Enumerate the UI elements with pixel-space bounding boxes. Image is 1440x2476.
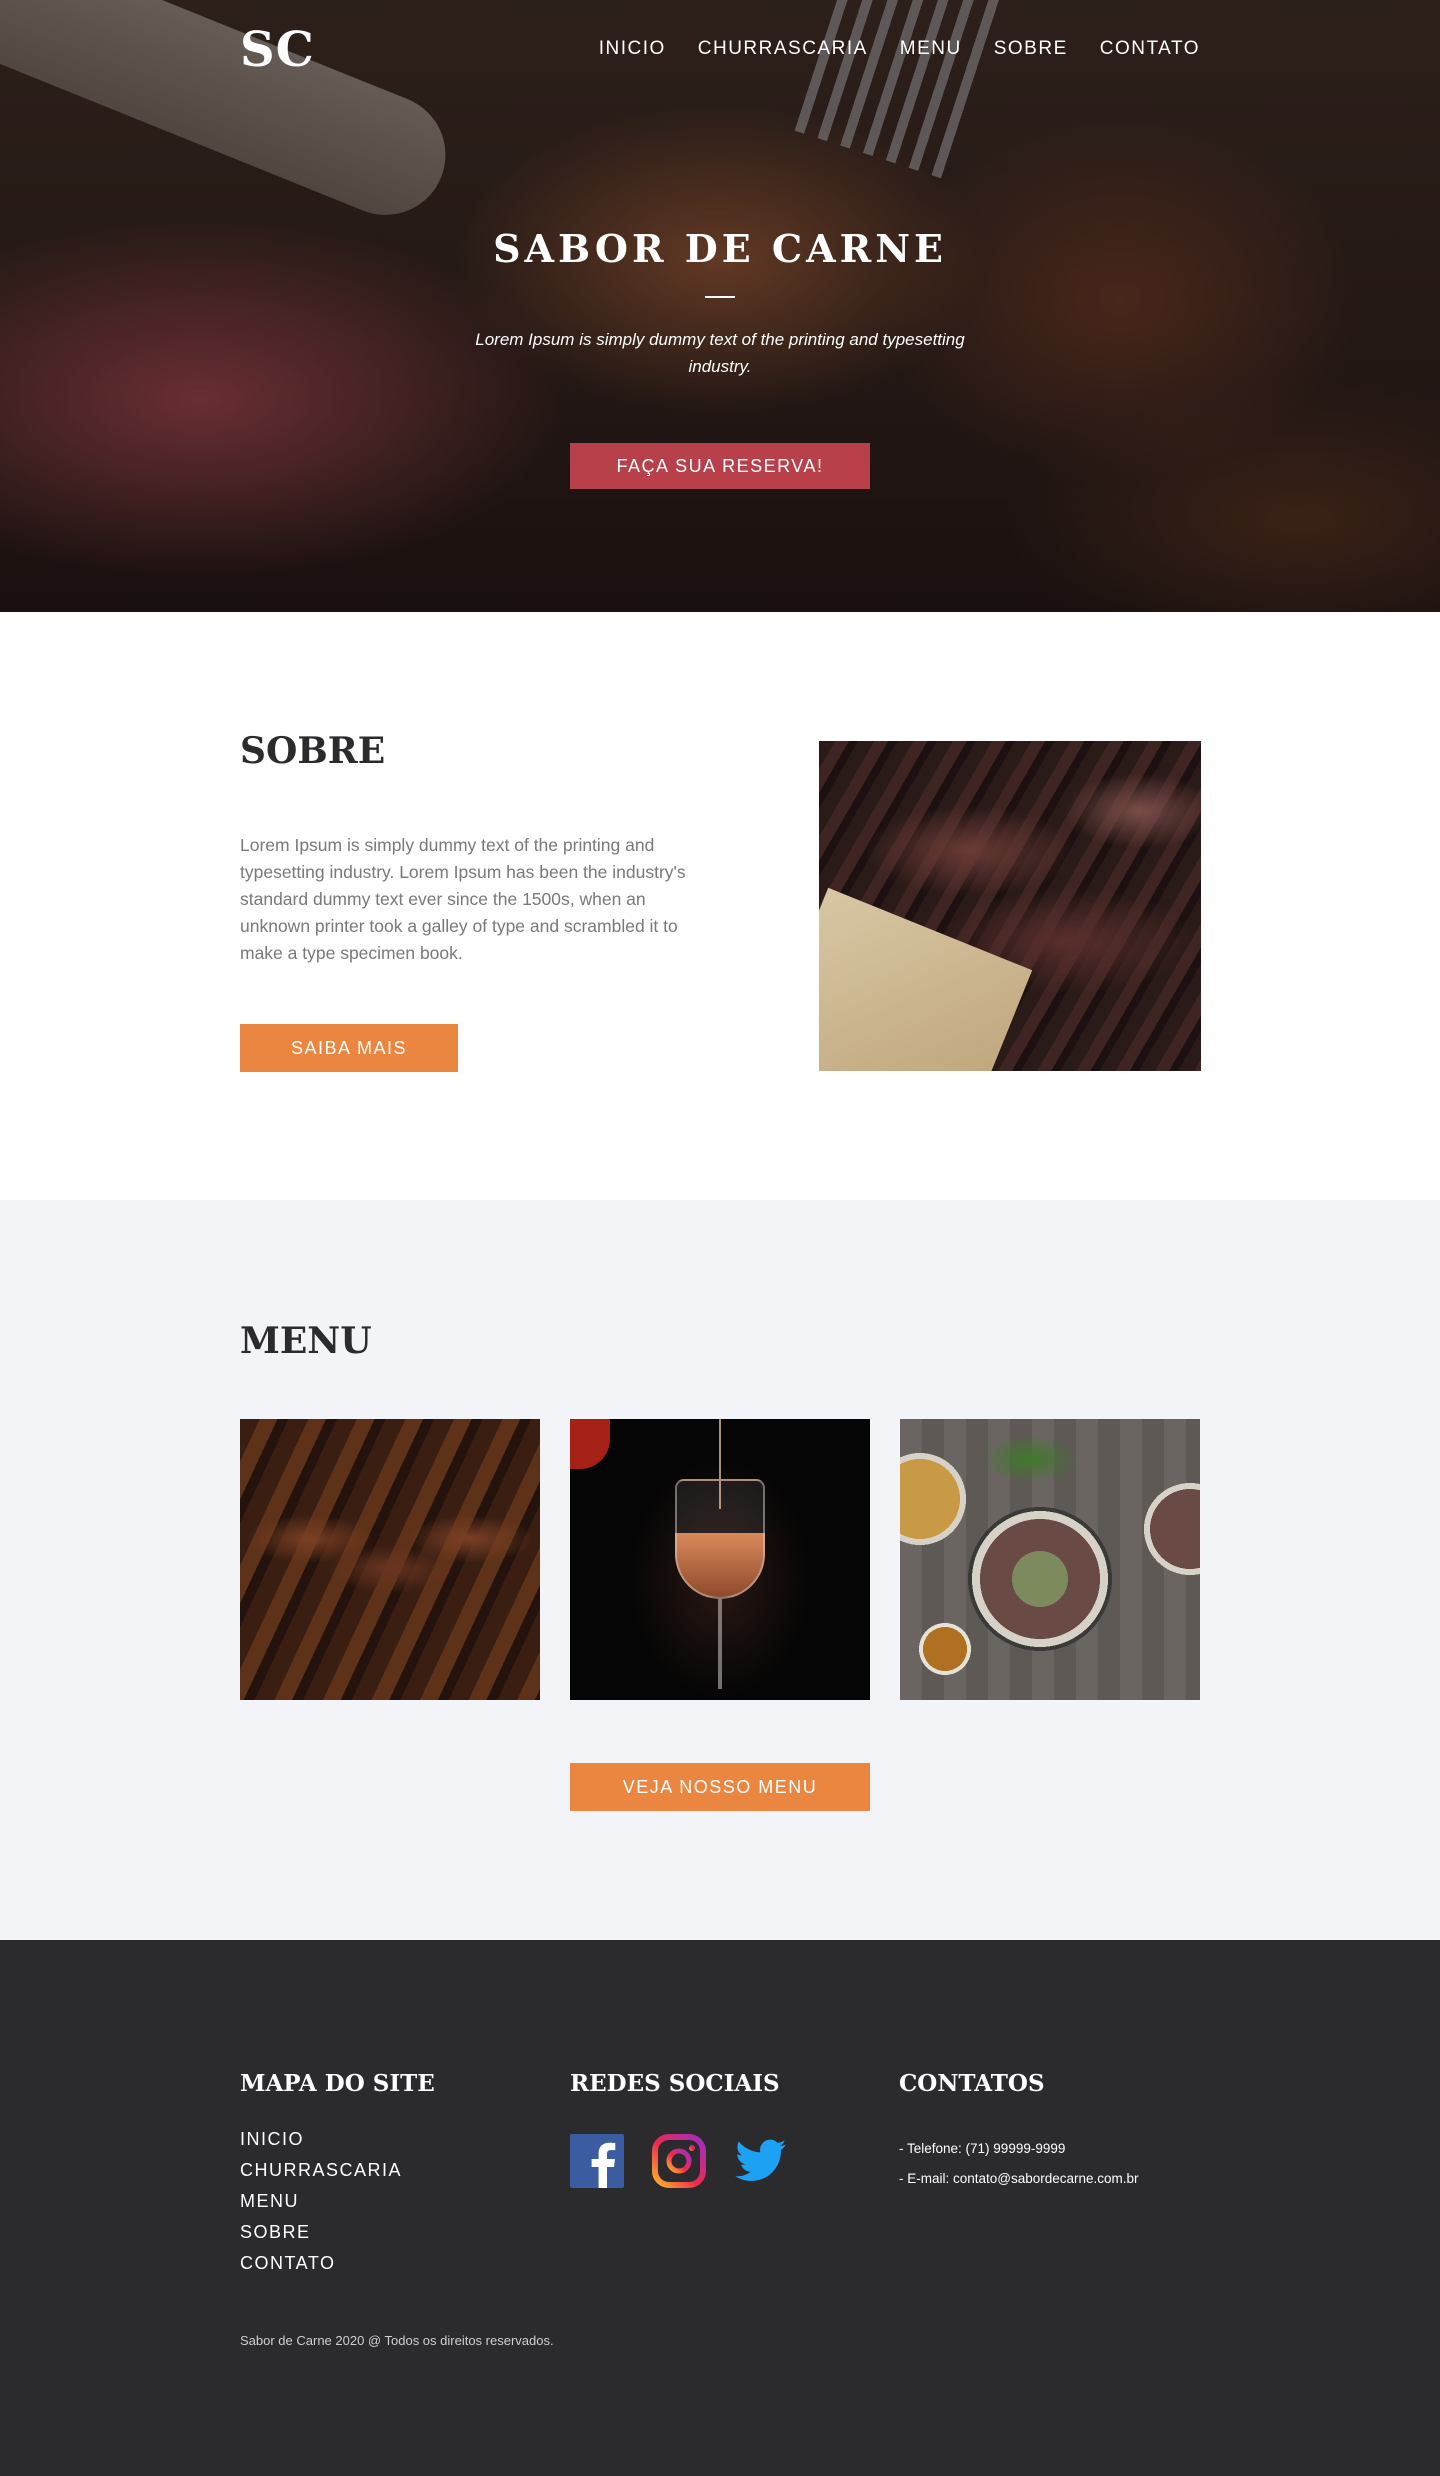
menu-title: MENU: [240, 1320, 372, 1362]
footer-link-contato[interactable]: CONTATO: [240, 2252, 402, 2274]
footer-link-churrascaria[interactable]: CHURRASCARIA: [240, 2159, 402, 2181]
sobre-section: SOBRE Lorem Ipsum is simply dummy text o…: [0, 612, 1440, 1200]
nav-sobre[interactable]: SOBRE: [994, 38, 1068, 60]
sobre-text: Lorem Ipsum is simply dummy text of the …: [240, 835, 686, 963]
site-footer: MAPA DO SITE INICIO CHURRASCARIA MENU SO…: [0, 1940, 1440, 2476]
facebook-icon[interactable]: [570, 2134, 624, 2188]
footer-contatos-title: CONTATOS: [899, 2070, 1045, 2097]
footer-redes-title: REDES SOCIAIS: [570, 2070, 780, 2097]
hero-overlay: [0, 0, 1440, 612]
site-logo[interactable]: SC: [240, 22, 315, 78]
footer-link-sobre[interactable]: SOBRE: [240, 2221, 402, 2243]
wine-bottle: [570, 1419, 610, 1469]
footer-mapa-title: MAPA DO SITE: [240, 2070, 435, 2097]
wine-glass: [675, 1479, 765, 1599]
nav-contato[interactable]: CONTATO: [1100, 38, 1200, 60]
wine-glass-stem: [718, 1599, 722, 1689]
sobre-grilled-meat-image: [819, 741, 1201, 1071]
instagram-icon[interactable]: [652, 2134, 706, 2188]
twitter-icon[interactable]: [734, 2134, 788, 2188]
main-nav: INICIO CHURRASCARIA MENU SOBRE CONTATO: [599, 38, 1200, 60]
nav-menu[interactable]: MENU: [900, 38, 962, 60]
social-links: [570, 2134, 788, 2188]
nav-churrascaria[interactable]: CHURRASCARIA: [698, 38, 868, 60]
veja-menu-button[interactable]: VEJA NOSSO MENU: [570, 1763, 870, 1811]
footer-sitemap: INICIO CHURRASCARIA MENU SOBRE CONTATO: [240, 2128, 402, 2274]
contact-info: - Telefone: (71) 99999-9999 - E-mail: co…: [899, 2140, 1139, 2188]
menu-card-dish-image[interactable]: [900, 1419, 1200, 1700]
saiba-mais-button[interactable]: SAIBA MAIS: [240, 1024, 458, 1072]
nav-inicio[interactable]: INICIO: [599, 38, 666, 60]
reserve-button[interactable]: FAÇA SUA RESERVA!: [570, 443, 870, 489]
menu-card-wine-image[interactable]: [570, 1419, 870, 1700]
copyright-text: Sabor de Carne 2020 @ Todos os direitos …: [240, 2333, 554, 2348]
cutting-board: [819, 887, 1033, 1071]
hero-divider: [705, 296, 735, 298]
hero-title: SABOR DE CARNE: [493, 226, 947, 271]
hero-section: SC INICIO CHURRASCARIA MENU SOBRE CONTAT…: [0, 0, 1440, 612]
sobre-title: SOBRE: [240, 730, 386, 772]
footer-link-menu[interactable]: MENU: [240, 2190, 402, 2212]
footer-link-inicio[interactable]: INICIO: [240, 2128, 402, 2150]
menu-card-steak-image[interactable]: [240, 1419, 540, 1700]
contact-email: - E-mail: contato@sabordecarne.com.br: [899, 2171, 1139, 2186]
contact-phone: - Telefone: (71) 99999-9999: [899, 2141, 1066, 2156]
hero-subtitle: Lorem Ipsum is simply dummy text of the …: [475, 330, 965, 376]
menu-section: MENU VEJA NOSSO MENU: [0, 1200, 1440, 1940]
